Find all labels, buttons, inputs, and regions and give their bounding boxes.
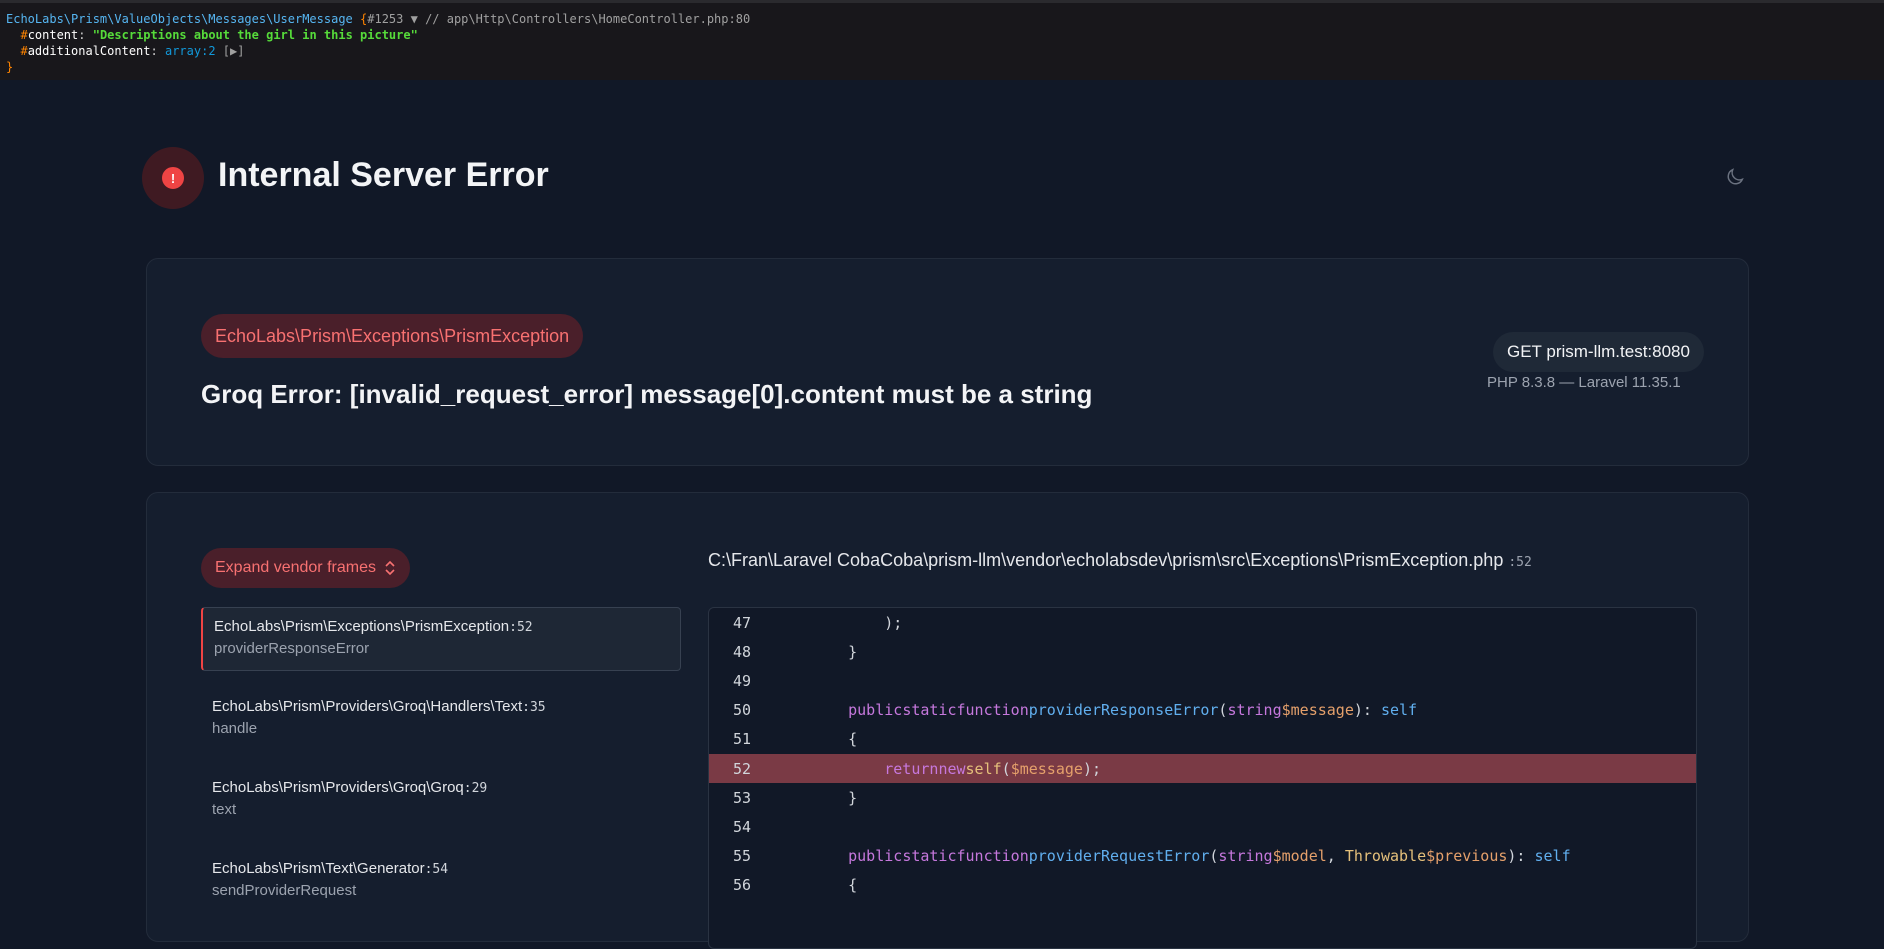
- code-token: $message: [1010, 759, 1083, 778]
- expand-vendor-frames-button[interactable]: Expand vendor frames: [201, 548, 410, 588]
- highlighted-code-line: 52 return new self($message);: [709, 753, 1696, 784]
- code-text: {: [812, 876, 858, 895]
- line-number: 48: [732, 642, 751, 661]
- line-number: 51: [732, 730, 751, 749]
- code-text: );: [812, 613, 903, 632]
- code-token: function: [956, 701, 1029, 720]
- dump-source-comment: // app\Http\Controllers\HomeController.p…: [425, 12, 751, 26]
- code-token: (: [1209, 847, 1219, 866]
- exclamation-icon: !: [160, 165, 186, 191]
- code-line: 48 }: [709, 637, 1696, 666]
- code-token: ):: [1507, 847, 1535, 866]
- request-badge: GET prism-llm.test:8080: [1493, 332, 1704, 372]
- code-token: string: [1227, 701, 1282, 720]
- code-text: {: [812, 730, 858, 749]
- expand-vendor-frames-label: Expand vendor frames: [215, 559, 376, 576]
- page-title: Internal Server Error: [218, 156, 549, 194]
- exception-class-badge: EchoLabs\Prism\Exceptions\PrismException: [201, 314, 584, 358]
- var-dump-panel: EchoLabs\Prism\ValueObjects\Messages\Use…: [0, 0, 1884, 80]
- code-token: new: [938, 759, 966, 778]
- frame-item[interactable]: EchoLabs\Prism\Text\Generator:54 sendPro…: [201, 850, 681, 931]
- dump-content-key: content: [27, 28, 79, 42]
- frame-item[interactable]: EchoLabs\Prism\Providers\Groq\Groq:29 te…: [201, 769, 681, 850]
- code-token: (: [1218, 701, 1228, 720]
- chevron-up-down-icon: [385, 560, 395, 576]
- code-token: string: [1218, 847, 1273, 866]
- frame-function: text: [212, 801, 237, 818]
- code-line: 47 );: [709, 608, 1696, 637]
- frame-class: EchoLabs\Prism\Text\Generator: [212, 860, 425, 877]
- code-line: 50 public static function providerRespon…: [709, 696, 1696, 725]
- dump-additional-key: additionalContent: [27, 44, 151, 58]
- code-token: providerRequestError: [1028, 847, 1210, 866]
- code-token: self: [1380, 701, 1418, 720]
- dump-class-name: EchoLabs\Prism\ValueObjects\Messages\Use…: [6, 12, 353, 26]
- code-token: (: [1001, 759, 1011, 778]
- frame-line: :52: [509, 620, 533, 635]
- code-text: }: [812, 642, 858, 661]
- line-number: 50: [732, 701, 751, 720]
- code-text: }: [812, 788, 858, 807]
- frame-function: sendProviderRequest: [212, 882, 357, 899]
- frame-line: :54: [424, 862, 449, 877]
- moon-icon[interactable]: [1724, 166, 1746, 188]
- code-token: );: [1082, 759, 1101, 778]
- code-token: self: [965, 759, 1002, 778]
- dump-close-brace: }: [6, 60, 14, 74]
- code-token: public: [848, 847, 903, 866]
- version-info: PHP 8.3.8 — Laravel 11.35.1: [1487, 374, 1681, 391]
- code-token: $message: [1281, 701, 1354, 720]
- frame-line: :29: [463, 781, 488, 796]
- frame-item[interactable]: EchoLabs\Prism\Providers\Groq\Handlers\T…: [201, 688, 681, 769]
- code-token: static: [902, 701, 957, 720]
- frame-line: :35: [522, 700, 546, 715]
- frame-function: handle: [212, 720, 258, 737]
- line-number: 53: [732, 788, 751, 807]
- dump-additional-toggle[interactable]: [▶]: [223, 44, 245, 58]
- source-file-path: C:\Fran\Laravel CobaCoba\prism-llm\vendo…: [708, 550, 1532, 571]
- exception-message: Groq Error: [invalid_request_error] mess…: [201, 379, 1093, 409]
- code-token: Throwable: [1344, 847, 1427, 866]
- frame-class: EchoLabs\Prism\Providers\Groq\Handlers\T…: [212, 698, 523, 715]
- line-number: 52: [732, 759, 751, 778]
- code-snippet: 47 ); 48 } 49 50 public static function …: [708, 607, 1697, 949]
- code-token: providerResponseError: [1028, 701, 1219, 720]
- frame-function: providerResponseError: [214, 640, 370, 657]
- file-line-number: :52: [1508, 555, 1532, 570]
- code-token: static: [902, 847, 957, 866]
- error-icon-badge: !: [142, 147, 204, 209]
- line-number: 47: [732, 613, 751, 632]
- code-token: ):: [1353, 701, 1381, 720]
- dump-ref-toggle[interactable]: #1253 ▼: [367, 12, 418, 26]
- code-token: public: [848, 701, 903, 720]
- frame-class: EchoLabs\Prism\Exceptions\PrismException: [214, 618, 510, 635]
- code-token: function: [956, 847, 1029, 866]
- code-line: 51 {: [709, 725, 1696, 754]
- code-token: $previous: [1426, 847, 1508, 866]
- line-number: 49: [732, 671, 751, 690]
- code-line: 56 {: [709, 871, 1696, 900]
- line-number: 55: [732, 847, 751, 866]
- code-token: ,: [1326, 847, 1345, 866]
- stack-trace-card: Expand vendor frames EchoLabs\Prism\Exce…: [146, 492, 1749, 949]
- exception-summary-card: EchoLabs\Prism\Exceptions\PrismException…: [146, 258, 1749, 466]
- line-number: 54: [732, 817, 751, 836]
- code-token: self: [1534, 847, 1571, 866]
- dump-content-value: "Descriptions about the girl in this pic…: [92, 28, 418, 42]
- code-token: return: [884, 759, 939, 778]
- code-line: 53 }: [709, 783, 1696, 812]
- code-line: 49: [709, 666, 1696, 695]
- frame-class: EchoLabs\Prism\Providers\Groq\Groq: [212, 779, 464, 796]
- dump-additional-value: array:2: [164, 44, 216, 58]
- code-line: 55 public static function providerReques…: [709, 842, 1696, 871]
- line-number: 56: [732, 876, 751, 895]
- frame-list: EchoLabs\Prism\Exceptions\PrismException…: [201, 607, 681, 931]
- frame-item[interactable]: EchoLabs\Prism\Exceptions\PrismException…: [201, 607, 681, 671]
- file-path-text: C:\Fran\Laravel CobaCoba\prism-llm\vendo…: [708, 550, 1504, 570]
- code-line: 54: [709, 812, 1696, 841]
- code-token: $model: [1272, 847, 1327, 866]
